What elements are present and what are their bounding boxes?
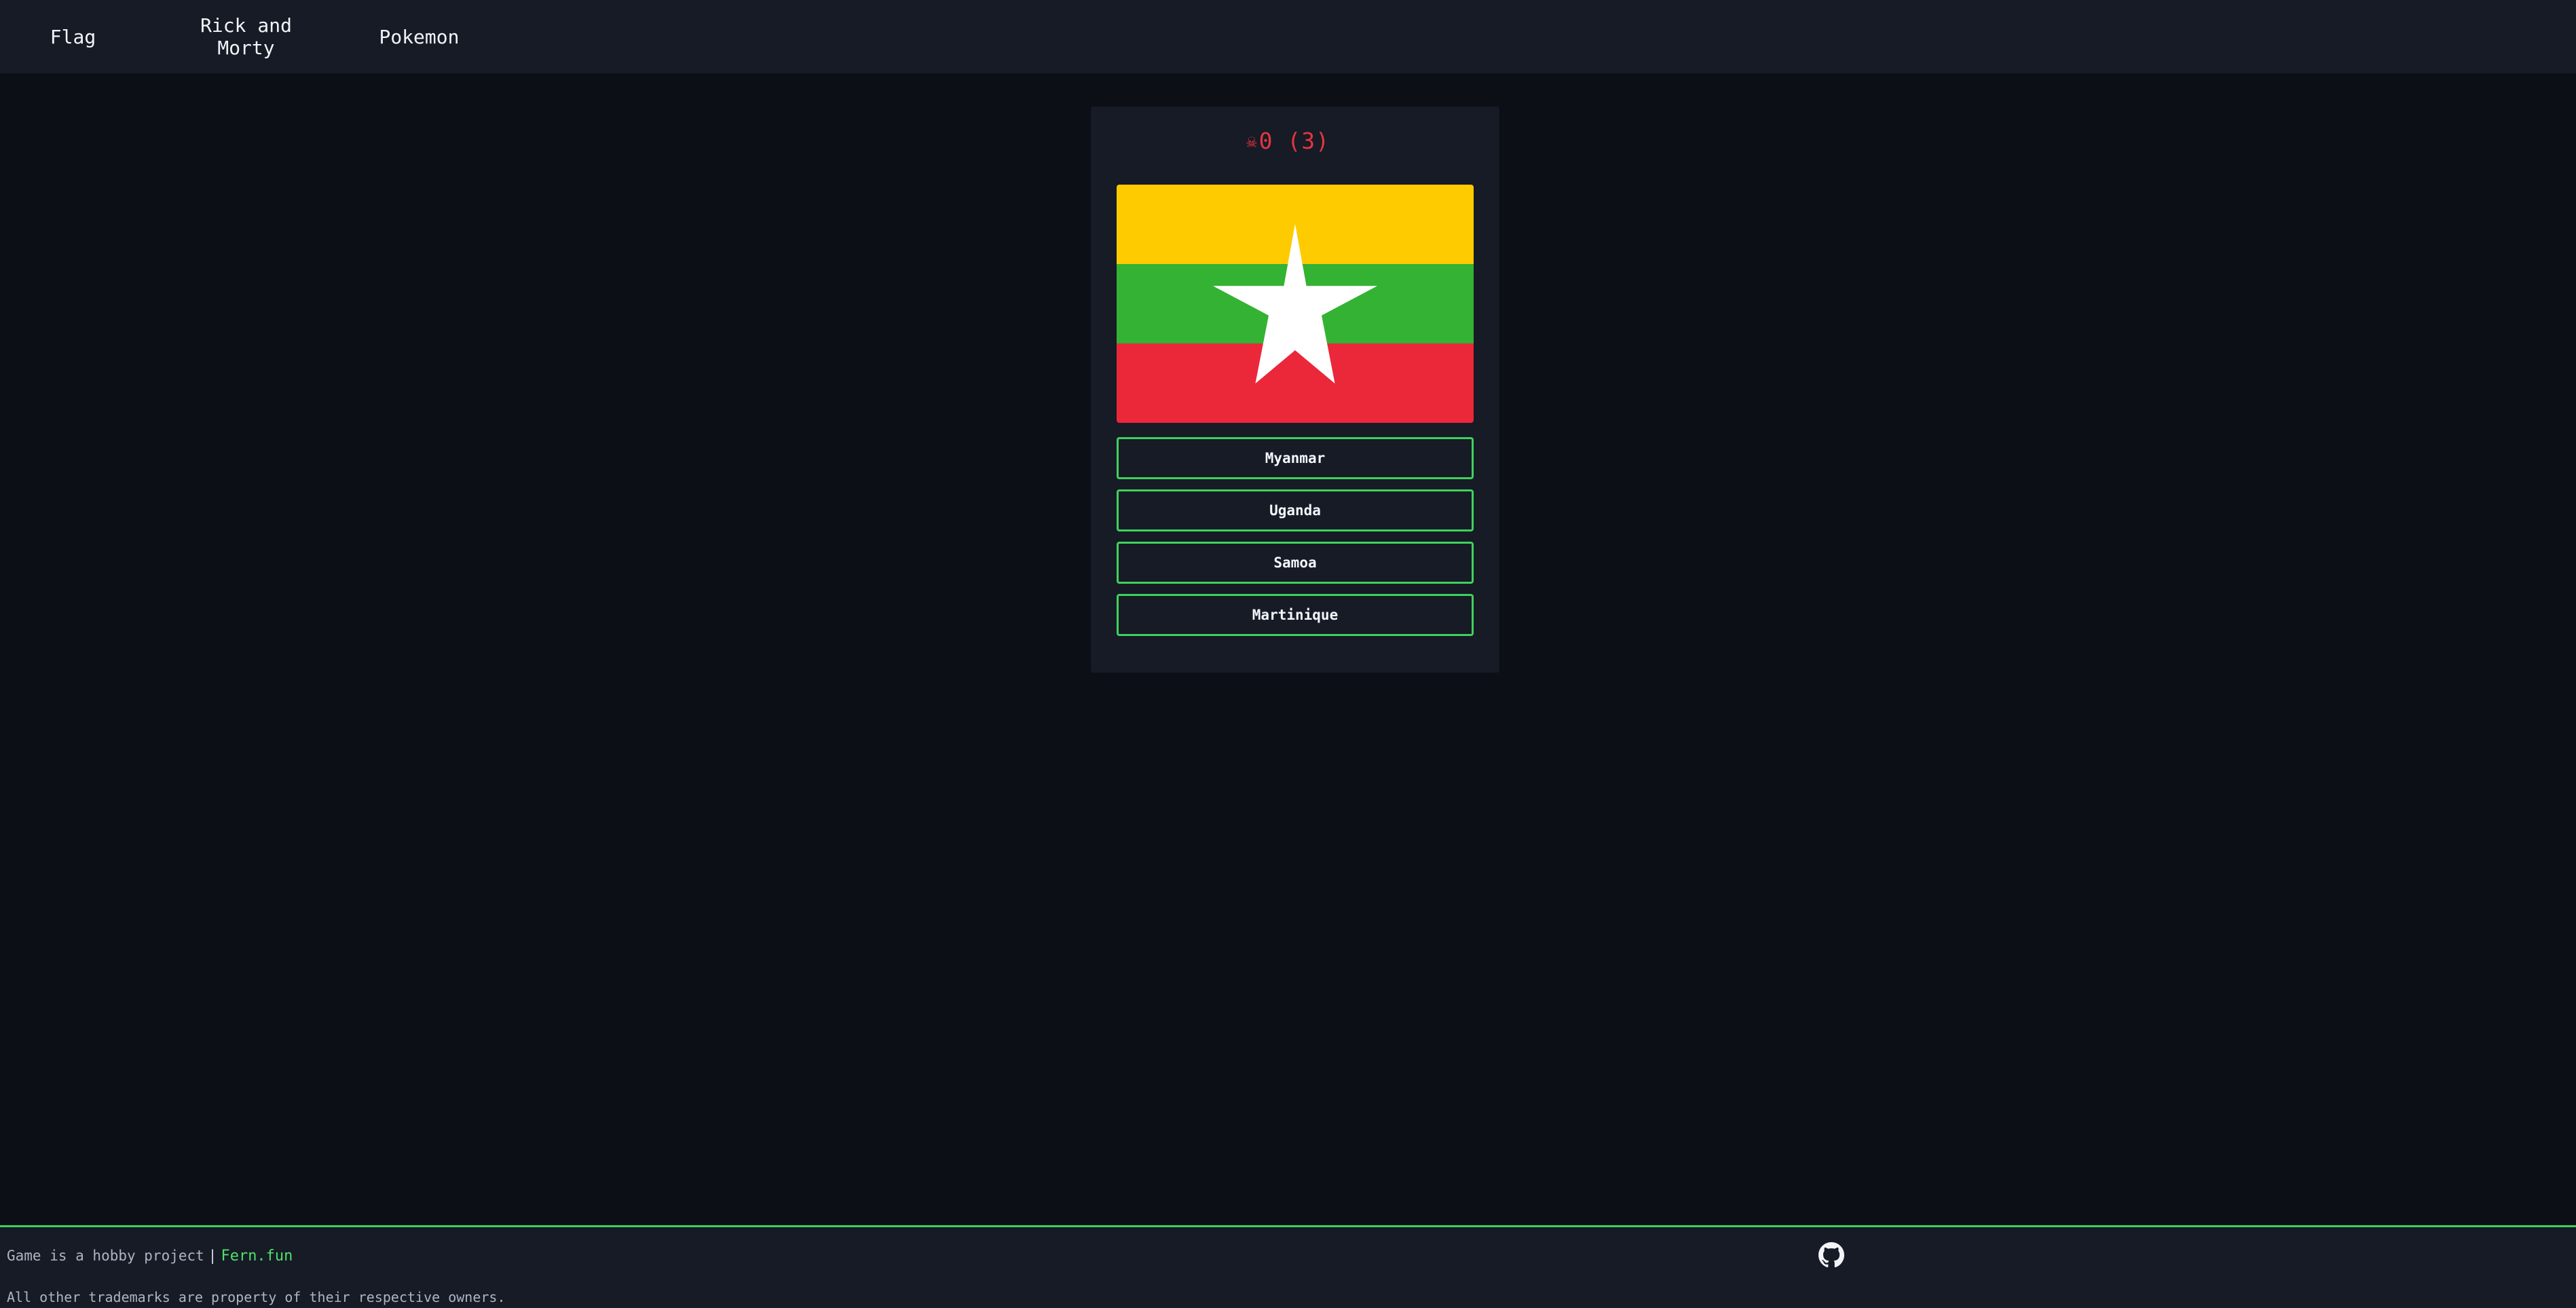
github-icon[interactable] [1818,1242,1844,1268]
answer-button-myanmar[interactable]: Myanmar [1117,437,1474,479]
flag-stripe-red [1117,343,1474,423]
fern-fun-link[interactable]: Fern.fun [221,1248,293,1265]
hobby-text: Game is a hobby project [7,1248,204,1264]
nav-item-flag[interactable]: Flag [27,0,119,73]
top-nav: Flag Rick and Morty Pokemon [0,0,2576,73]
answer-button-uganda[interactable]: Uganda [1117,489,1474,531]
trademark-text: All other trademarks are property of the… [7,1289,506,1305]
footer-separator: | [208,1248,217,1264]
nav-item-rick-and-morty[interactable]: Rick and Morty [190,0,302,73]
footer-hobby-line: Game is a hobby project | Fern.fun [7,1248,293,1265]
answer-button-samoa[interactable]: Samoa [1117,542,1474,584]
score-display: ☠0 (3) [0,128,2576,154]
nav-item-pokemon[interactable]: Pokemon [360,0,479,73]
answer-button-martinique[interactable]: Martinique [1117,594,1474,636]
score-text: 0 (3) [1258,128,1330,154]
skull-icon: ☠ [1246,132,1258,152]
myanmar-flag-graphic [1117,185,1474,423]
flag-image [1117,185,1474,423]
footer: Game is a hobby project | Fern.fun All oth… [0,1225,2576,1308]
